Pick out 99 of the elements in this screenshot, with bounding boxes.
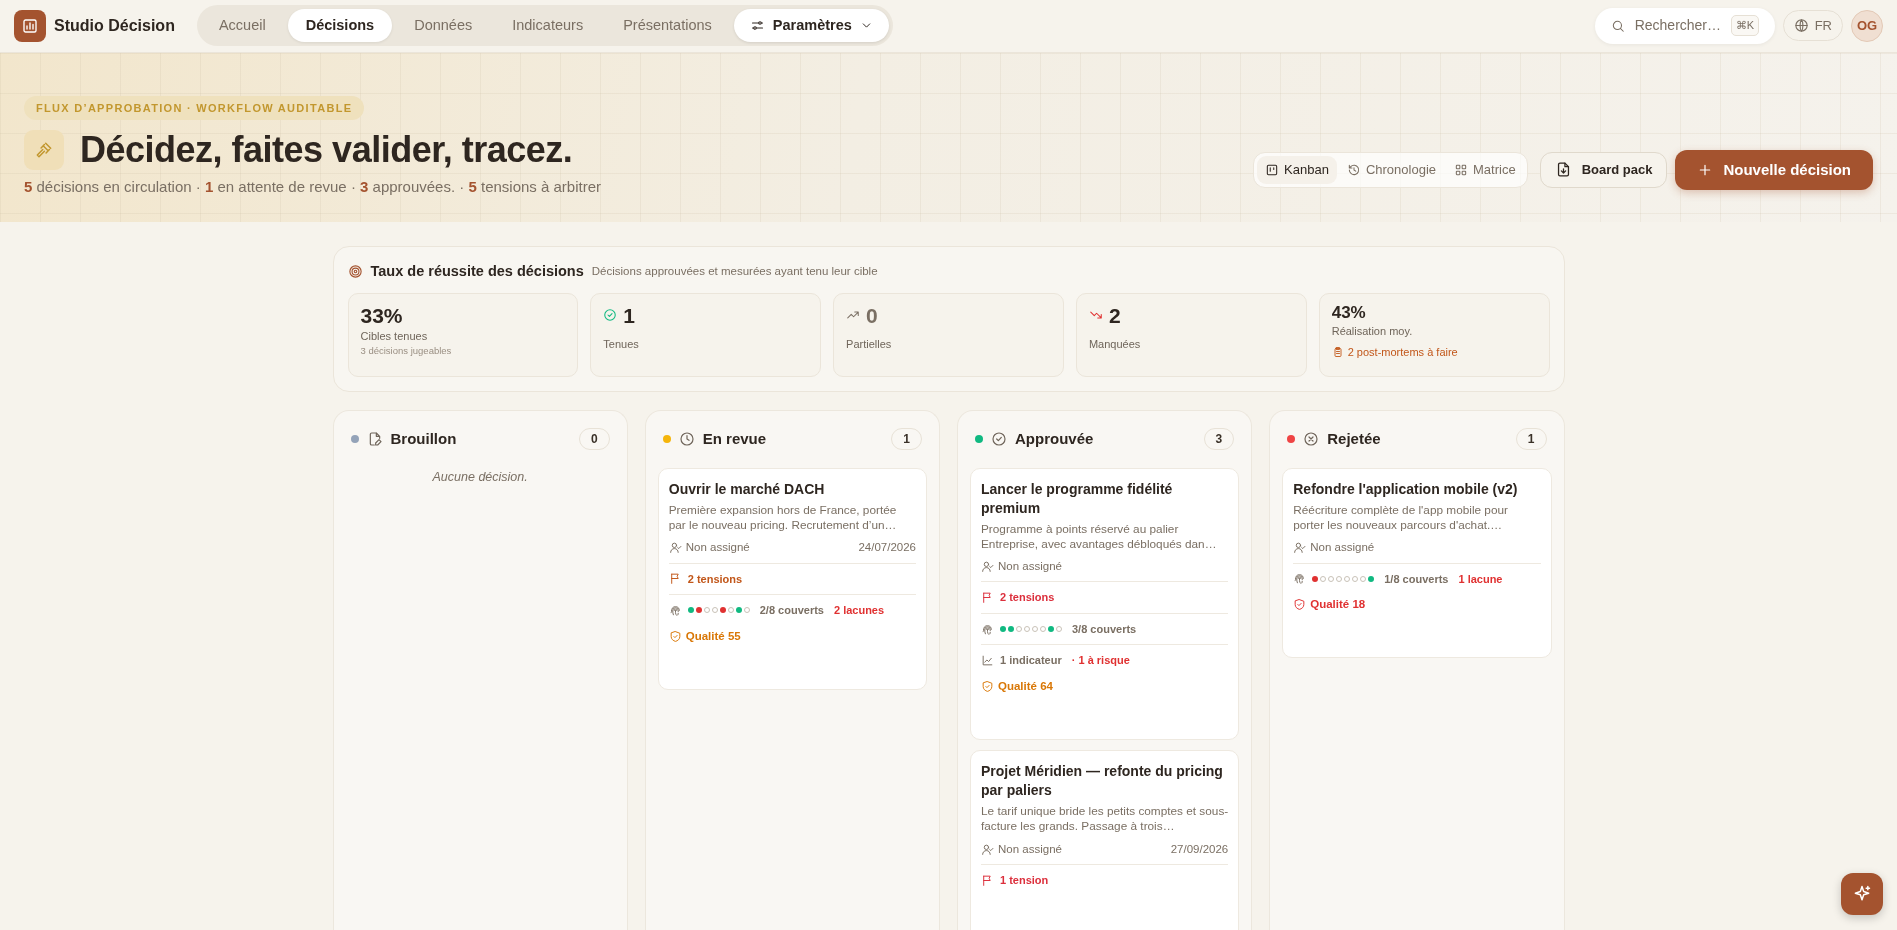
fingerprint-icon [981,622,994,636]
empty-message: Aucune décision. [431,468,529,486]
stat-value: 43% [1331,302,1366,324]
coverage-text: 1/8 couverts [1384,571,1449,587]
panel-title: Taux de réussite des décisions [370,262,584,281]
card-description: Programme à points réservé au palier Entreprise, avec avantages débloqués dan… [981,521,1218,553]
view-tab[interactable]: Matrice [1446,156,1524,184]
coverage-text: 2/8 couverts [759,603,824,619]
view-tab[interactable]: Kanban [1257,156,1337,184]
flag-icon [668,572,682,586]
search-icon [1610,18,1625,33]
shield-check-icon [1293,598,1307,612]
nav-tab[interactable]: Indicateurs [494,8,602,43]
user-icon [1293,541,1307,555]
user-icon [981,842,994,856]
column-title: En revue [702,428,767,449]
stat-value: 1 [623,302,635,328]
stat-value: 2 [1108,302,1121,328]
column-title: Approuvée [1015,428,1094,449]
card-title: Lancer le programme fidélité premium [981,479,1174,518]
post-mortem-link[interactable]: 2 post-mortems à faire [1331,343,1537,361]
gap-count: 1 lacune [1458,571,1503,587]
nav-tab[interactable]: Accueil [200,8,284,43]
user-icon [668,541,682,555]
tension-count[interactable]: 2 tensions [687,570,743,588]
line-chart-icon [981,654,994,668]
stat-label: Manquées [1088,336,1142,352]
card-title: Ouvrir le marché DACH [668,479,826,499]
risk-count: · 1 à risque [1071,653,1130,669]
new-decision-button[interactable]: Nouvelle décision [1675,149,1873,190]
stat-label: Réalisation moy. [1331,324,1414,340]
tension-count[interactable]: 1 tension [1000,871,1049,889]
nav-tab[interactable]: Décisions [287,8,393,43]
stat-note: 3 décisions jugeables [360,344,453,359]
stat-label: Partielles [846,336,893,352]
board-pack-button[interactable]: Board pack [1539,152,1668,188]
card-title: Projet Méridien — refonte du pricing par paliers [981,762,1224,800]
quality-score: Qualité 55 [685,628,741,644]
app-name: Studio Décision [54,15,175,36]
shield-check-icon [981,680,994,694]
assistant-button[interactable] [1841,873,1883,915]
card-description: Réécriture complète de l'app mobile pour porter les nouveaux parcours d'achat.… [1293,502,1509,534]
clock-icon [678,430,695,447]
panel-subtitle: Décisions approuvées et mesurées ayant tenu leur cible [591,264,878,280]
shortcut-key: ⌘K [1730,15,1759,36]
indicator-count: 1 indicateur [1000,653,1062,669]
tension-count[interactable]: 2 tensions [1000,589,1055,606]
app-logo[interactable] [14,9,46,42]
summary-text: 5 décisions en circulation · 1 en attente de revue · 3 approuvées. · 5 tensions à arbitrer [24,176,602,197]
column-title: Brouillon [390,428,457,449]
coverage-text: 3/8 couverts [1072,621,1137,637]
card-description: Première expansion hors de France, portée par le nouveau pricing. Recrutement d’un… [668,502,898,534]
card-title: Refondre l'application mobile (v2) [1293,479,1519,499]
stat-label: Tenues [603,336,640,352]
quality-score: Qualité 18 [1310,597,1366,613]
due-date: 24/07/2026 [858,540,916,556]
fingerprint-icon [668,603,682,617]
flag-icon [981,873,994,887]
view-tab[interactable]: Chronologie [1338,156,1444,184]
history-icon [1346,162,1361,177]
decision-card[interactable]: Lancer le programme fidélité premium Programme à points réservé au palier Entreprise, avec avantages débloqués dan… Non assigné 2 tensions 3/8 couverts 1 indicateur · 1 à risque Qualité 64 [970,467,1240,741]
flag-icon [981,591,994,605]
owner-text: Non assigné [685,540,750,556]
user-icon [981,560,994,574]
fingerprint-icon [1293,572,1307,586]
kanban-icon [1265,162,1280,177]
nav-tab[interactable]: Présentations [605,8,730,43]
globe-icon [1793,18,1809,33]
column-title: Rejetée [1327,428,1381,449]
stat-value: 0 [866,302,878,328]
search-field[interactable]: Rechercher… [1632,14,1723,37]
decision-card[interactable]: Ouvrir le marché DACH Première expansion hors de France, portée par le nouveau pricing. Recrutement d’un… Non assigné 24/07/2026 2 tensions 2/8 couverts 2 lacunes Qualité 55 [657,467,927,690]
gap-count: 2 lacunes [833,603,885,619]
page-title: Décidez, faites valider, tracez. [80,128,573,172]
decision-card[interactable]: Projet Méridien — refonte du pricing par paliers Le tarif unique bride les petits comptes et sous-facture les grands. Passage à trois… Non assigné 27/09/2026 1 tension [970,750,1240,930]
nav-tab[interactable]: Données [396,8,491,43]
due-date: 27/09/2026 [1170,841,1229,857]
grid-icon [1454,162,1468,177]
decision-card[interactable]: Refondre l'application mobile (v2) Réécriture complète de l'app mobile pour porter les nouveaux parcours d'achat.… Non assigné 1/8 couverts 1 lacune Qualité 18 [1282,467,1552,659]
stat-value: 33% [360,302,403,328]
x-circle-icon [1303,430,1320,447]
owner-text: Non assigné [998,841,1062,857]
sliders-icon [749,18,765,33]
bar-chart-icon [21,16,39,35]
target-icon [347,264,363,280]
language-button[interactable]: FR [1782,9,1843,42]
owner-text: Non assigné [1310,540,1375,556]
search-bar[interactable]: Rechercher… ⌘K [1594,7,1775,44]
quality-score: Qualité 64 [998,678,1053,694]
stat-label: Cibles tenues [360,328,429,344]
settings-menu-button[interactable]: Paramètres [733,8,889,43]
check-circle-icon [991,430,1007,447]
check-circle-icon [603,308,618,323]
user-avatar[interactable]: OG [1851,9,1883,42]
owner-text: Non assigné [998,559,1062,575]
card-description: Le tarif unique bride les petits comptes et sous-facture les grands. Passage à trois… [981,803,1229,835]
clipboard-icon [1331,345,1344,358]
eyebrow-tag: FLUX D’APPROBATION · WORKFLOW AUDITABLE [24,95,365,121]
shield-check-icon [668,629,682,643]
